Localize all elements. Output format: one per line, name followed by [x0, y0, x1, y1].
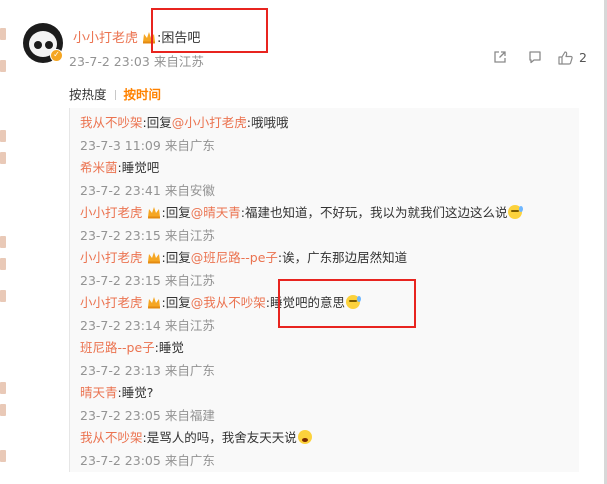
reply-meta: 23-7-2 23:05 来自福建: [80, 407, 215, 425]
reply-meta: 23-7-2 23:15 来自江苏: [80, 272, 215, 290]
reply-location: 来自广东: [164, 363, 215, 378]
reply-item: 我从不吵架:回复@小小打老虎:哦哦哦: [80, 114, 288, 132]
reply-meta: 23-7-2 23:41 来自安徽: [80, 182, 215, 200]
highlight-box-top: [151, 8, 268, 53]
reply-prefix: :回复: [142, 115, 172, 130]
reply-date: 23-7-2 23:05: [80, 408, 161, 423]
left-edge-strip: [0, 0, 9, 484]
reply-user-link[interactable]: 班尼路--pe子: [80, 340, 155, 355]
like-button[interactable]: 2: [558, 50, 587, 65]
sort-by-time[interactable]: 按时间: [124, 87, 162, 102]
share-icon: [494, 51, 506, 63]
mention-link[interactable]: @晴天青: [191, 205, 241, 220]
reply-location: 来自福建: [164, 408, 215, 423]
reply-meta: 23-7-2 23:15 来自江苏: [80, 227, 215, 245]
reply-prefix: :回复: [161, 295, 191, 310]
reply-item: 班尼路--pe子:睡觉: [80, 339, 184, 357]
reply-user-link[interactable]: 小小打老虎: [80, 250, 143, 265]
reply-date: 23-7-2 23:13: [80, 363, 161, 378]
reply-date: 23-7-2 23:15: [80, 273, 161, 288]
reply-location: 来自广东: [164, 138, 215, 153]
reply-date: 23-7-2 23:05: [80, 453, 161, 468]
like-count: 2: [579, 50, 587, 65]
comment-meta: 23-7-2 23:03 来自江苏: [69, 51, 204, 70]
reply-meta: 23-7-2 23:14 来自江苏: [80, 317, 215, 335]
mention-link[interactable]: @班尼路--pe子: [191, 250, 278, 265]
comment-button[interactable]: [528, 50, 542, 64]
reply-meta: 23-7-2 23:13 来自广东: [80, 362, 215, 380]
reply-text: :睡觉吧: [117, 160, 160, 175]
reply-text: :睡觉?: [117, 385, 154, 400]
reply-prefix: :回复: [161, 250, 191, 265]
reply-item: 小小打老虎 :回复@晴天青:福建也知道，不好玩，我以为就我们这边这么说: [80, 204, 524, 222]
reply-item: 晴天青:睡觉?: [80, 384, 153, 402]
reply-item: 我从不吵架:是骂人的吗，我舍友天天说: [80, 429, 312, 447]
reply-prefix: :回复: [161, 205, 191, 220]
highlight-box-reply: [278, 279, 416, 328]
sweat-emoji-icon: [508, 205, 524, 219]
comment-location: 来自江苏: [153, 54, 204, 69]
reply-user-link[interactable]: 小小打老虎: [80, 295, 143, 310]
reply-location: 来自安徽: [164, 183, 215, 198]
reply-location: 来自江苏: [164, 228, 215, 243]
mention-link[interactable]: @我从不吵架: [191, 295, 266, 310]
reply-user-link[interactable]: 晴天青: [80, 385, 118, 400]
reply-date: 23-7-2 23:15: [80, 228, 161, 243]
reply-location: 来自江苏: [164, 318, 215, 333]
reply-text: :哦哦哦: [246, 115, 289, 130]
reply-user-link[interactable]: 我从不吵架: [80, 430, 143, 445]
sort-by-hot[interactable]: 按热度: [69, 87, 107, 102]
reply-date: 23-7-3 11:09: [80, 138, 161, 153]
reply-user-link[interactable]: 我从不吵架: [80, 115, 143, 130]
reply-user-link[interactable]: 希米菌: [80, 160, 118, 175]
comment-date: 23-7-2 23:03: [69, 54, 150, 69]
sort-toggle: 按热度 按时间: [69, 84, 161, 103]
shocked-emoji-icon: [297, 430, 312, 444]
crown-badge-icon: [147, 297, 160, 309]
reply-meta: 23-7-3 11:09 来自广东: [80, 137, 215, 155]
comment-icon: [529, 51, 541, 64]
reply-date: 23-7-2 23:14: [80, 318, 161, 333]
crown-badge-icon: [147, 207, 160, 219]
comment-user-link[interactable]: 小小打老虎: [73, 31, 138, 46]
mention-link[interactable]: @小小打老虎: [172, 115, 247, 130]
reply-meta: 23-7-2 23:05 来自广东: [80, 452, 215, 470]
share-button[interactable]: [493, 50, 507, 64]
reply-item: 希米菌:睡觉吧: [80, 159, 159, 177]
reply-text: :福建也知道，不好玩，我以为就我们这边这么说: [240, 205, 508, 220]
crown-badge-icon: [147, 252, 160, 264]
thumbs-up-icon: [558, 50, 573, 65]
reply-text: :睡觉: [154, 340, 184, 355]
reply-date: 23-7-2 23:41: [80, 183, 161, 198]
reply-item: 小小打老虎 :回复@班尼路--pe子:诶，广东那边居然知道: [80, 249, 407, 267]
reply-location: 来自江苏: [164, 273, 215, 288]
reply-location: 来自广东: [164, 453, 215, 468]
reply-text: :是骂人的吗，我舍友天天说: [142, 430, 297, 445]
reply-user-link[interactable]: 小小打老虎: [80, 205, 143, 220]
verified-icon: ✓: [50, 49, 63, 62]
reply-text: :诶，广东那边居然知道: [277, 250, 408, 265]
